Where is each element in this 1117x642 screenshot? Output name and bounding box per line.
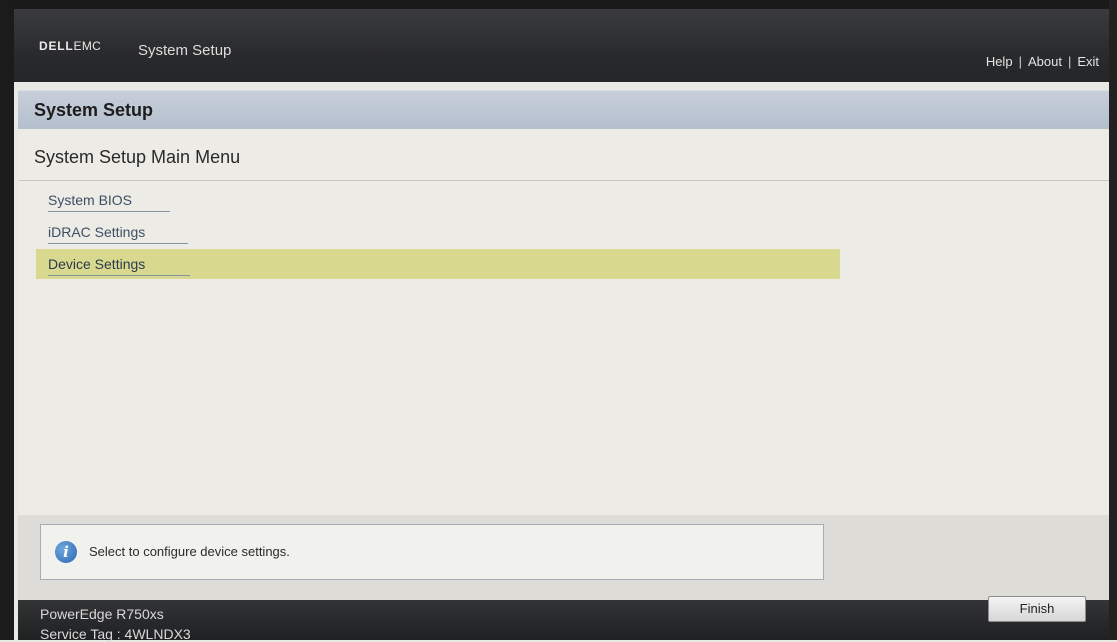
page-title: System Setup xyxy=(34,100,154,120)
monitor-bezel-right xyxy=(1109,0,1117,640)
page-title-bar: System Setup xyxy=(18,90,1109,130)
info-icon: i xyxy=(55,541,77,563)
nav-separator: | xyxy=(1067,54,1072,69)
help-area: i Select to configure device settings. xyxy=(18,515,1109,600)
menu-item-underline xyxy=(48,275,190,276)
app-title: System Setup xyxy=(138,42,232,59)
footer-bar: PowerEdge R750xs Service Tag : 4WLNDX3 F… xyxy=(18,596,1109,642)
menu-item-device-settings[interactable]: Device Settings xyxy=(36,249,840,279)
menu-item-label: Device Settings xyxy=(48,256,146,272)
menu-item-label: System BIOS xyxy=(48,192,133,208)
menu-item-label: iDRAC Settings xyxy=(48,224,146,240)
menu-item-underline xyxy=(48,243,188,244)
monitor-bezel-left xyxy=(0,0,14,640)
finish-button[interactable]: Finish xyxy=(988,596,1086,622)
menu-title: System Setup Main Menu xyxy=(34,147,241,167)
exit-link[interactable]: Exit xyxy=(1077,54,1099,69)
help-box: i Select to configure device settings. xyxy=(40,524,824,580)
help-link[interactable]: Help xyxy=(986,54,1013,69)
header-nav: Help | About | Exit xyxy=(986,54,1099,69)
system-model: PowerEdge R750xs xyxy=(40,606,164,622)
nav-separator: | xyxy=(1018,54,1022,69)
monitor-bezel-top xyxy=(0,0,1117,9)
about-link[interactable]: About xyxy=(1028,54,1062,69)
divider xyxy=(18,180,1109,181)
main-menu-panel: System Setup Main Menu System BIOS iDRAC… xyxy=(18,129,1109,515)
help-text: Select to configure device settings. xyxy=(89,544,290,559)
menu-item-underline xyxy=(48,211,170,212)
dell-emc-logo: DELLEMC xyxy=(39,39,102,53)
header-bar: DELLEMC System Setup Help | About | Exit xyxy=(14,9,1109,82)
